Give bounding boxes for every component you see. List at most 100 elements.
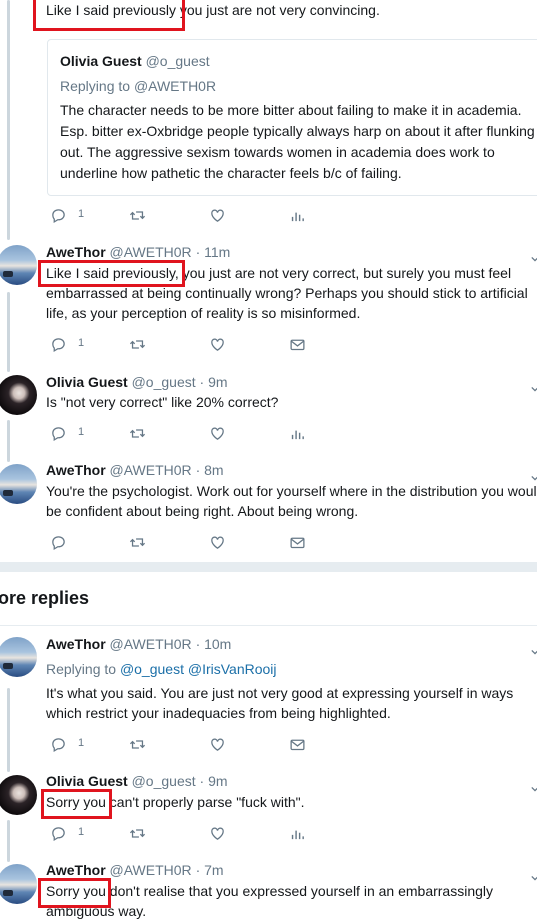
chevron-down-icon[interactable] [531, 250, 537, 262]
envelope-icon [289, 736, 306, 753]
author-handle[interactable]: @AWETH0R [110, 862, 192, 878]
avatar[interactable] [0, 375, 37, 415]
reply-count: 1 [78, 208, 85, 220]
envelope-icon [289, 336, 306, 353]
reply-button[interactable]: 1 [50, 207, 84, 225]
reply-button[interactable]: 1 [50, 736, 84, 754]
author-name[interactable]: Olivia Guest [60, 53, 142, 69]
like-button[interactable] [209, 534, 226, 552]
reply-button[interactable] [50, 534, 67, 552]
reply-count: 1 [78, 426, 85, 438]
replying-to: Replying to @AWETH0R [60, 78, 217, 94]
like-button[interactable] [209, 825, 226, 843]
retweet-icon [129, 825, 146, 842]
mention-link[interactable]: @o_guest [120, 661, 184, 677]
avatar[interactable] [0, 864, 37, 904]
highlight-box [41, 789, 112, 819]
like-button[interactable] [209, 736, 226, 754]
author-name[interactable]: AweThor [46, 462, 106, 478]
author-handle[interactable]: @AWETH0R [110, 636, 192, 652]
reply-button[interactable]: 1 [50, 336, 84, 354]
direct-message-button[interactable] [289, 736, 306, 754]
retweet-button[interactable] [129, 336, 146, 354]
chevron-down-icon[interactable] [531, 380, 537, 392]
chevron-down-icon[interactable] [531, 643, 537, 655]
analytics-button[interactable] [289, 825, 306, 843]
author-name[interactable]: AweThor [46, 244, 106, 260]
analytics-icon [289, 825, 306, 842]
reply-button[interactable]: 1 [50, 425, 84, 443]
reply-count: 1 [78, 337, 85, 349]
reply-icon [50, 825, 67, 842]
section-divider [0, 562, 537, 572]
thread-line [7, 820, 10, 862]
analytics-icon [289, 207, 306, 224]
retweet-button[interactable] [129, 207, 146, 225]
reply-icon [50, 534, 67, 551]
reply-button[interactable]: 1 [50, 825, 84, 843]
reply-icon [50, 207, 67, 224]
like-button[interactable] [209, 207, 226, 225]
tweet-actions: 1 [50, 736, 310, 754]
tweet-text: Sorry you can't properly parse "fuck wit… [46, 794, 305, 810]
replying-to: Replying to @o_guest @IrisVanRooij [46, 661, 277, 677]
retweet-button[interactable] [129, 534, 146, 552]
reply-count: 1 [78, 826, 85, 838]
chevron-down-icon[interactable] [531, 469, 537, 481]
mention-link[interactable]: @IrisVanRooij [188, 661, 277, 677]
retweet-button[interactable] [129, 425, 146, 443]
envelope-icon [289, 534, 306, 551]
timestamp[interactable]: · 8m [196, 462, 224, 478]
timestamp[interactable]: · 11m [196, 244, 231, 260]
avatar[interactable] [0, 637, 37, 677]
timestamp[interactable]: · 9m [200, 773, 228, 789]
tweet-header: AweThor @AWETH0R · 7m [46, 862, 224, 878]
thread-line [7, 688, 10, 772]
quoted-tweet[interactable]: Olivia Guest @o_guest Replying to @AWETH… [47, 39, 537, 196]
author-handle[interactable]: @o_guest [132, 773, 196, 789]
tweet-actions: 1 [50, 336, 310, 354]
author-name[interactable]: AweThor [46, 636, 106, 652]
avatar[interactable] [0, 245, 37, 285]
like-button[interactable] [209, 425, 226, 443]
reply-icon [50, 736, 67, 753]
tweet-header: AweThor @AWETH0R · 10m [46, 636, 231, 652]
tweet-header: Olivia Guest @o_guest · 9m [46, 374, 228, 390]
like-button[interactable] [209, 336, 226, 354]
timestamp[interactable]: · 7m [196, 862, 224, 878]
author-name[interactable]: AweThor [46, 862, 106, 878]
timestamp[interactable]: · 9m [200, 374, 228, 390]
author-name[interactable]: Olivia Guest [46, 374, 128, 390]
thread-line [7, 420, 10, 462]
chevron-down-icon[interactable] [531, 780, 537, 792]
direct-message-button[interactable] [289, 336, 306, 354]
direct-message-button[interactable] [289, 534, 306, 552]
heart-icon [209, 207, 226, 224]
tweet-header: Olivia Guest @o_guest · 9m [46, 773, 228, 789]
heart-icon [209, 736, 226, 753]
divider-line [0, 625, 537, 626]
avatar[interactable] [0, 464, 37, 504]
retweet-icon [129, 736, 146, 753]
author-handle[interactable]: @o_guest [132, 374, 196, 390]
author-handle[interactable]: @AWETH0R [110, 462, 192, 478]
retweet-button[interactable] [129, 825, 146, 843]
reply-icon [50, 336, 67, 353]
chevron-down-icon[interactable] [531, 869, 537, 881]
highlight-box [33, 0, 185, 31]
author-name[interactable]: Olivia Guest [46, 773, 128, 789]
author-handle[interactable]: @AWETH0R [110, 244, 192, 260]
retweet-button[interactable] [129, 736, 146, 754]
tweet-text: Is "not very correct" like 20% correct? [46, 394, 279, 410]
retweet-icon [129, 534, 146, 551]
tweet-header: AweThor @AWETH0R · 8m [46, 462, 224, 478]
highlight-box [38, 878, 111, 908]
reply-count: 1 [78, 737, 85, 749]
tweet-actions [50, 534, 310, 552]
avatar[interactable] [0, 775, 37, 815]
analytics-button[interactable] [289, 207, 306, 225]
tweet-header: AweThor @AWETH0R · 11m [46, 244, 230, 260]
author-handle[interactable]: @o_guest [146, 53, 210, 69]
timestamp[interactable]: · 10m [196, 636, 232, 652]
analytics-button[interactable] [289, 425, 306, 443]
